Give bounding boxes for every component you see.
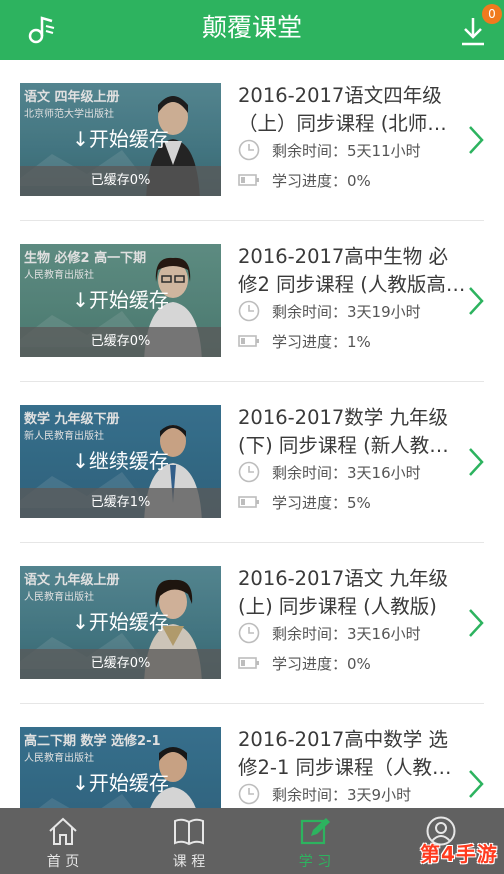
chevron-right-icon[interactable] (466, 607, 486, 639)
course-thumbnail[interactable]: 高二下期 数学 选修2-1 人民教育出版社 ↓开始缓存 (20, 727, 221, 808)
course-title[interactable]: 2016-2017数学 九年级 (下) 同步课程 (新人教… (238, 404, 474, 460)
battery-icon (238, 335, 259, 347)
list-item[interactable]: 高二下期 数学 选修2-1 人民教育出版社 ↓开始缓存 2016-2017高中数… (0, 704, 504, 808)
start-cache-button[interactable]: ↓开始缓存 (20, 284, 221, 313)
course-thumbnail[interactable]: 生物 必修2 高一下期 人民教育出版社 ↓开始缓存 已缓存0% (20, 244, 221, 357)
app-header: 颠覆课堂 0 (0, 0, 504, 60)
tab-study[interactable]: 学 习 (252, 808, 378, 874)
edit-icon (300, 818, 330, 845)
list-item[interactable]: 生物 必修2 高一下期 人民教育出版社 ↓开始缓存 已缓存0% 2016-201… (0, 221, 504, 382)
clock-icon (238, 139, 260, 161)
clock-icon (238, 783, 260, 805)
course-thumbnail[interactable]: 语文 九年级上册 人民教育出版社 ↓开始缓存 已缓存0% (20, 566, 221, 679)
chevron-right-icon[interactable] (466, 768, 486, 800)
watermark-logo: 第4手游 (420, 842, 498, 866)
course-title[interactable]: 2016-2017语文 九年级 (上) 同步课程 (人教版) (238, 565, 474, 621)
list-item[interactable]: 语文 四年级上册 北京师范大学出版社 ↓开始缓存 已缓存0% 2016-2017… (0, 60, 504, 221)
battery-icon (238, 496, 259, 508)
chevron-right-icon[interactable] (466, 285, 486, 317)
cache-progress-label: 已缓存0% (20, 649, 221, 679)
course-thumbnail[interactable]: 语文 四年级上册 北京师范大学出版社 ↓开始缓存 已缓存0% (20, 83, 221, 196)
course-title[interactable]: 2016-2017语文四年级 （上）同步课程 (北师… (238, 82, 474, 138)
course-thumbnail[interactable]: 数学 九年级下册 新人民教育出版社 ↓继续缓存 已缓存1% (20, 405, 221, 518)
course-title[interactable]: 2016-2017高中生物 必 修2 同步课程 (人教版高… (238, 243, 474, 299)
course-title[interactable]: 2016-2017高中数学 选 修2-1 同步课程（人教… (238, 726, 474, 782)
chevron-right-icon[interactable] (466, 446, 486, 478)
start-cache-button[interactable]: ↓开始缓存 (20, 606, 221, 635)
cache-progress-label: 已缓存0% (20, 327, 221, 357)
page-title: 颠覆课堂 (201, 13, 302, 42)
clock-icon (238, 300, 260, 322)
course-list[interactable]: 语文 四年级上册 北京师范大学出版社 ↓开始缓存 已缓存0% 2016-2017… (0, 60, 504, 808)
list-item[interactable]: 数学 九年级下册 新人民教育出版社 ↓继续缓存 已缓存1% 2016-2017数… (0, 382, 504, 543)
tab-courses[interactable]: 课 程 (126, 808, 252, 874)
tab-home[interactable]: 首 页 (0, 808, 126, 874)
cache-progress-label: 已缓存1% (20, 488, 221, 518)
clock-icon (238, 622, 260, 644)
continue-cache-button[interactable]: ↓继续缓存 (20, 445, 221, 474)
list-item[interactable]: 语文 九年级上册 人民教育出版社 ↓开始缓存 已缓存0% 2016-2017语文… (0, 543, 504, 704)
battery-icon (238, 174, 259, 186)
clock-icon (238, 461, 260, 483)
start-cache-button[interactable]: ↓开始缓存 (20, 123, 221, 152)
download-count-badge: 0 (482, 4, 502, 24)
home-icon (49, 817, 77, 845)
cache-progress-label: 已缓存0% (20, 166, 221, 196)
book-icon (174, 818, 204, 846)
battery-icon (238, 657, 259, 669)
start-cache-button[interactable]: ↓开始缓存 (20, 767, 221, 796)
chevron-right-icon[interactable] (466, 124, 486, 156)
